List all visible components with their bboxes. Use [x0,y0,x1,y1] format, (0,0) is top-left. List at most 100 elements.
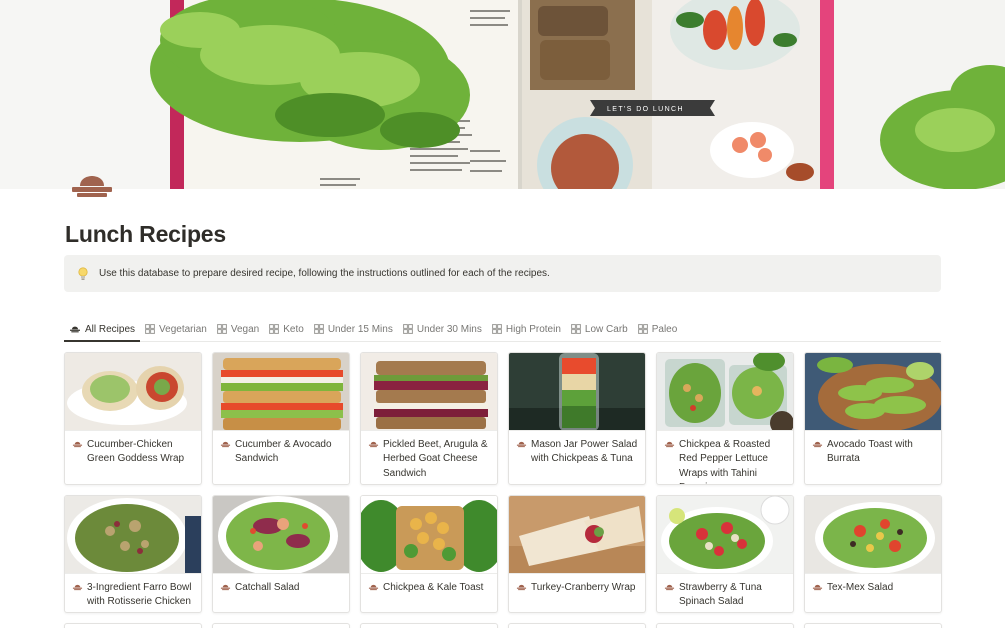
view-tabs: All Recipes Vegetarian Vegan Keto Under 15 M… [64,318,941,342]
tab-under-15-mins[interactable]: Under 15 Mins [309,318,398,340]
recipe-card[interactable] [360,623,498,628]
tab-label: All Recipes [85,323,136,335]
recipe-card-caption: Chickpea & Kale Toast [361,574,497,595]
dish-icon [368,584,379,591]
tab-high-protein[interactable]: High Protein [487,318,566,340]
gallery-view-icon [145,324,155,334]
recipe-card-caption: Tex-Mex Salad [805,574,941,595]
tab-keto[interactable]: Keto [264,318,309,340]
recipe-name: Cucumber & Avocado Sandwich [235,439,332,465]
recipe-name: Chickpea & Kale Toast [383,582,484,593]
tab-vegetarian[interactable]: Vegetarian [140,318,212,340]
strawberry-salad-photo [657,496,793,574]
recipe-name: Tex-Mex Salad [827,582,894,593]
recipe-card[interactable]: Chickpea & Kale Toast [360,495,498,613]
gallery-view-icon [637,324,648,334]
recipe-card[interactable] [64,623,202,628]
dish-icon [220,584,231,591]
recipe-card-caption: 3-Ingredient Farro Bowl with Rotisserie … [65,574,201,610]
recipe-card-caption: Turkey-Cranberry Wrap [509,574,645,595]
recipe-card[interactable]: 3-Ingredient Farro Bowl with Rotisserie … [64,495,202,613]
gallery-view-icon [491,324,502,334]
turkey-wrap-photo [509,496,645,574]
recipe-card-caption: Chickpea & Roasted Red Pepper Lettuce Wr… [657,431,793,484]
cover-image[interactable]: LET'S DO LUNCH [0,0,1005,189]
callout-text: Use this database to prepare desired rec… [99,268,550,279]
gallery-view-icon [402,324,413,334]
dish-icon [516,441,527,448]
recipe-card[interactable] [656,623,794,628]
dish-icon [368,441,379,448]
recipe-card[interactable]: Tex-Mex Salad [804,495,942,613]
tab-vegan[interactable]: Vegan [212,318,264,340]
recipe-card[interactable]: Avocado Toast with Burrata [804,352,942,485]
recipe-card[interactable]: Cucumber-Chicken Green Goddess Wrap [64,352,202,485]
wrap-photo [65,353,201,431]
recipe-name: Chickpea & Roasted Red Pepper Lettuce Wr… [679,439,771,484]
dish-icon [664,584,675,591]
recipe-card-caption: Catchall Salad [213,574,349,595]
cover-banner-text: LET'S DO LUNCH [607,106,684,113]
recipe-name: Mason Jar Power Salad with Chickpeas & T… [531,439,638,465]
recipe-card[interactable]: Cucumber & Avocado Sandwich [212,352,350,485]
tab-label: Under 30 Mins [416,323,482,335]
tab-paleo[interactable]: Paleo [633,318,683,340]
recipe-card[interactable]: Pickled Beet, Arugula & Herbed Goat Chee… [360,352,498,485]
tab-label: Vegan [230,323,260,335]
tab-label: Vegetarian [159,323,207,335]
dish-icon [812,441,823,448]
lightbulb-icon [76,266,90,282]
gallery-view-icon [313,324,324,334]
recipe-card-caption: Cucumber & Avocado Sandwich [213,431,349,467]
recipe-card[interactable]: Chickpea & Roasted Red Pepper Lettuce Wr… [656,352,794,485]
mason-jar-photo [509,353,645,431]
page-title[interactable]: Lunch Recipes [65,221,226,248]
tab-label: Paleo [651,323,678,335]
recipe-card-caption: Strawberry & Tuna Spinach Salad [657,574,793,610]
recipe-card[interactable]: Strawberry & Tuna Spinach Salad [656,495,794,613]
beet-sandwich-photo [361,353,497,431]
recipe-card[interactable] [508,623,646,628]
recipe-name: Pickled Beet, Arugula & Herbed Goat Chee… [383,439,488,479]
recipe-card-caption: Avocado Toast with Burrata [805,431,941,467]
kale-toast-photo [361,496,497,574]
tab-label: Keto [283,323,304,335]
texmex-salad-photo [805,496,941,574]
sandwich-photo [213,353,349,431]
recipe-name: Catchall Salad [235,582,300,593]
recipe-card[interactable]: Mason Jar Power Salad with Chickpeas & T… [508,352,646,485]
dish-icon [516,584,527,591]
catchall-salad-photo [213,496,349,574]
tab-label: Low Carb [584,323,628,335]
recipe-card[interactable]: Turkey-Cranberry Wrap [508,495,646,613]
recipe-card-caption: Mason Jar Power Salad with Chickpeas & T… [509,431,645,467]
dish-icon [69,326,81,333]
lettuce-wrap-photo [657,353,793,431]
recipe-card-caption: Cucumber-Chicken Green Goddess Wrap [65,431,201,467]
recipe-card[interactable] [212,623,350,628]
recipe-card-caption: Pickled Beet, Arugula & Herbed Goat Chee… [361,431,497,481]
avocado-toast-photo [805,353,941,431]
dish-icon [664,441,675,448]
recipe-name: Strawberry & Tuna Spinach Salad [679,582,762,608]
tab-under-30-mins[interactable]: Under 30 Mins [398,318,487,340]
dish-icon [812,584,823,591]
gallery-view-icon [269,324,280,334]
recipe-card[interactable] [804,623,942,628]
page-icon[interactable] [68,172,116,200]
tab-label: High Protein [505,323,561,335]
recipe-name: Cucumber-Chicken Green Goddess Wrap [87,439,185,465]
gallery-view-icon [571,324,581,334]
recipe-name: Avocado Toast with Burrata [827,439,913,465]
callout: Use this database to prepare desired rec… [64,255,941,292]
dish-icon [72,441,83,448]
dish-icon [220,441,231,448]
recipe-name: Turkey-Cranberry Wrap [531,582,636,593]
gallery-view-icon [216,324,227,334]
tab-low-carb[interactable]: Low Carb [566,318,633,340]
recipe-card[interactable]: Catchall Salad [212,495,350,613]
recipe-name: 3-Ingredient Farro Bowl with Rotisserie … [87,582,192,608]
farro-bowl-photo [65,496,201,574]
dish-icon [72,584,83,591]
tab-all-recipes[interactable]: All Recipes [64,318,141,342]
